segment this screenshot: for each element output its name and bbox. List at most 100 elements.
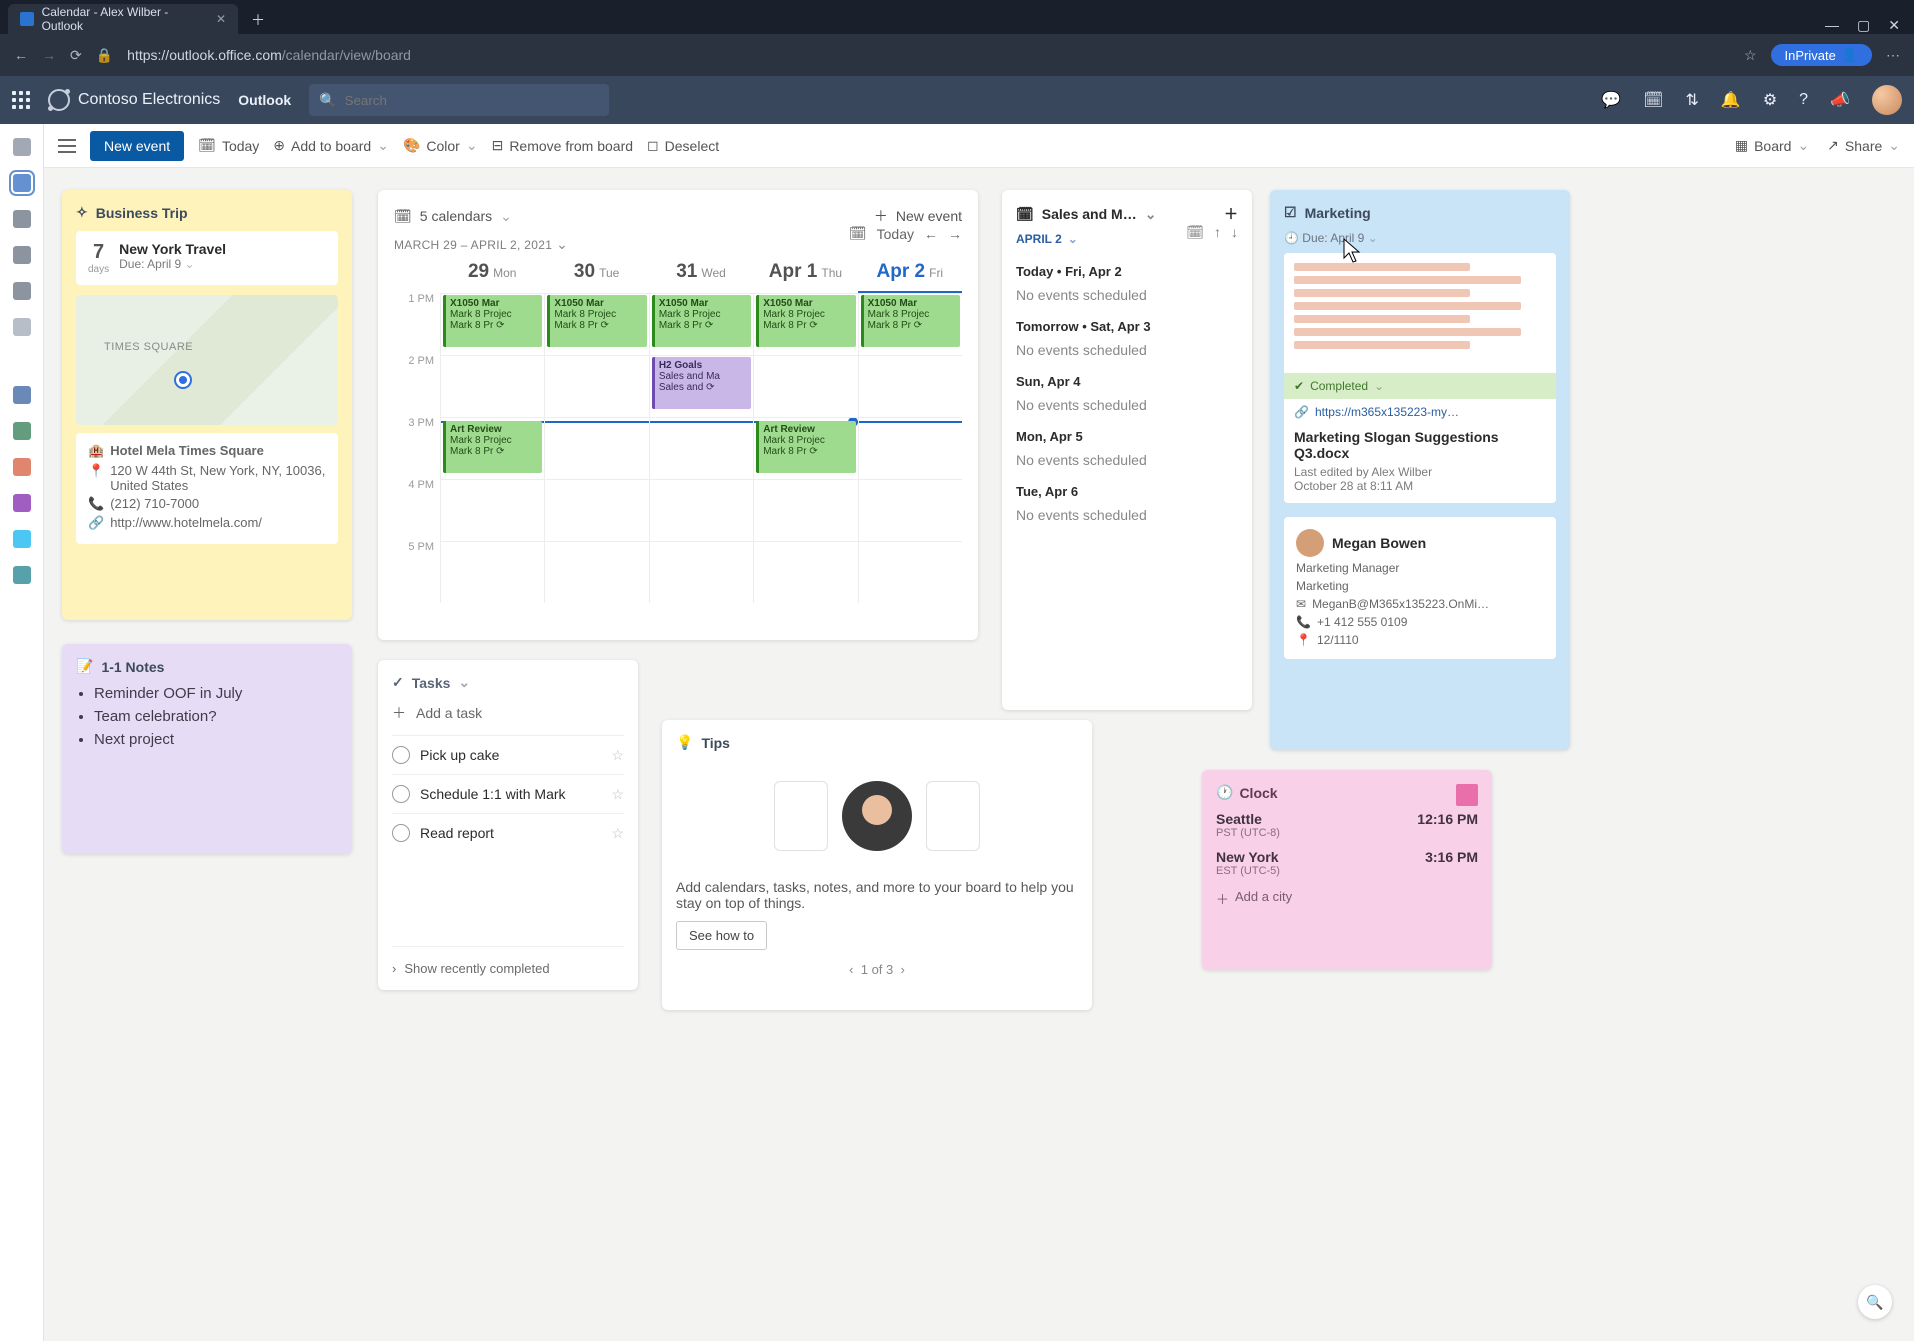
next-week-icon[interactable]: → [948,226,962,242]
pager-prev-icon[interactable]: ‹ [849,962,853,977]
rail-word-icon[interactable] [13,386,31,404]
task-checkbox[interactable] [392,785,410,803]
event-x1050[interactable]: X1050 MarMark 8 ProjecMark 8 Pr ⟳ [547,295,646,347]
search-box[interactable]: 🔍 [309,84,609,116]
card-calendar[interactable]: 🗓5 calendars⌄ ＋New event MARCH 29 – APRI… [378,190,978,640]
event-art[interactable]: Art ReviewMark 8 ProjecMark 8 Pr ⟳ [443,421,542,473]
day-col-thu[interactable]: X1050 MarMark 8 ProjecMark 8 Pr ⟳ Art Re… [753,293,857,603]
close-tab-icon[interactable]: ✕ [216,12,226,26]
card-clock[interactable]: 🕐Clock SeattlePST (UTC-8) 12:16 PM New Y… [1202,770,1492,970]
board-view-button[interactable]: ▦Board⌄ [1735,137,1809,154]
trip-task[interactable]: 7 days New York Travel Due: April 9 ⌄ [76,231,338,285]
chevron-down-icon[interactable]: ⌄ [458,674,470,691]
app-name[interactable]: Outlook [238,92,291,108]
color-button[interactable]: 🎨Color⌄ [403,137,478,154]
day-col-wed[interactable]: X1050 MarMark 8 ProjecMark 8 Pr ⟳ H2 Goa… [649,293,753,603]
browser-tab[interactable]: Calendar - Alex Wilber - Outlook ✕ [8,4,238,34]
notifications-icon[interactable]: 🔔 [1721,90,1741,110]
task-checkbox[interactable] [392,746,410,764]
rail-calendar-icon[interactable] [13,174,31,192]
whatsnew-icon[interactable]: 📣 [1830,90,1850,110]
card-business-trip[interactable]: ✧Business Trip 7 days New York Travel Du… [62,190,352,620]
inprivate-badge[interactable]: InPrivate👤 [1771,44,1873,66]
day-header[interactable]: 29Mon [440,261,544,293]
star-icon[interactable]: ☆ [611,786,624,803]
card-marketing[interactable]: ☑Marketing 🕘 Due: April 9 ⌄ ✔Completed⌄ … [1270,190,1570,750]
settings-gear-icon[interactable]: ⚙ [1763,90,1777,110]
day-col-mon[interactable]: X1050 MarMark 8 ProjecMark 8 Pr ⟳ Art Re… [440,293,544,603]
browser-menu-icon[interactable]: ⋯ [1886,47,1900,64]
doc-link[interactable]: https://m365x135223-my… [1315,405,1459,419]
chevron-down-icon[interactable]: ⌄ [1145,206,1157,223]
task-row[interactable]: Read report☆ [392,813,624,852]
meet-now-icon[interactable]: 🗓 [1643,90,1663,110]
event-x1050[interactable]: X1050 MarMark 8 ProjecMark 8 Pr ⟳ [861,295,960,347]
nav-back-icon[interactable]: ← [14,47,28,63]
board-canvas[interactable]: ✧Business Trip 7 days New York Travel Du… [44,168,1914,1341]
rail-skype-icon[interactable] [13,530,31,548]
day-header-active[interactable]: Apr 2Fri [858,261,962,293]
calendar-selector[interactable]: 🗓5 calendars⌄ [394,208,512,225]
site-lock-icon[interactable]: 🔒 [96,47,113,64]
agenda-calendar-icon[interactable]: 🗓 [1186,224,1204,241]
rail-excel-icon[interactable] [13,422,31,440]
org-brand[interactable]: Contoso Electronics [48,89,220,111]
pager-next-icon[interactable]: › [901,962,905,977]
event-art[interactable]: Art ReviewMark 8 ProjecMark 8 Pr ⟳ [756,421,855,473]
task-row[interactable]: Pick up cake☆ [392,735,624,774]
share-button[interactable]: ↗Share⌄ [1827,137,1900,154]
day-col-tue[interactable]: X1050 MarMark 8 ProjecMark 8 Pr ⟳ [544,293,648,603]
chevron-down-icon[interactable]: ⌄ [556,236,568,252]
chevron-down-icon[interactable]: ⌄ [1368,231,1378,245]
card-tasks[interactable]: ✓Tasks⌄ ＋Add a task Pick up cake☆ Schedu… [378,660,638,990]
add-task-button[interactable]: ＋Add a task [392,703,624,723]
agenda-up-icon[interactable]: ↑ [1214,224,1221,241]
nav-toggle-icon[interactable] [58,139,76,153]
window-close-icon[interactable]: ✕ [1888,17,1900,34]
day-col-fri[interactable]: X1050 MarMark 8 ProjecMark 8 Pr ⟳ [858,293,962,603]
today-label[interactable]: Today [877,226,914,242]
day-header[interactable]: 30Tue [544,261,648,293]
task-checkbox[interactable] [392,824,410,842]
event-x1050[interactable]: X1050 MarMark 8 ProjecMark 8 Pr ⟳ [652,295,751,347]
rail-files-icon[interactable] [13,246,31,264]
rail-onenote-icon[interactable] [13,494,31,512]
add-calendar-icon[interactable]: ＋ [1224,204,1238,224]
color-swatch[interactable] [1456,784,1478,806]
star-icon[interactable]: ☆ [611,747,624,764]
day-header[interactable]: Apr 1Thu [753,261,857,293]
card-agenda[interactable]: 🗓Sales and M…⌄ ＋ APRIL 2 ⌄ 🗓↑↓ Today • F… [1002,190,1252,710]
rail-todo-icon[interactable] [13,282,31,300]
show-completed-button[interactable]: ›Show recently completed [392,946,624,976]
help-icon[interactable]: ? [1799,91,1808,109]
chevron-down-icon[interactable]: ⌄ [1374,379,1384,393]
jump-today-icon[interactable]: 🗓 [849,225,867,242]
me-avatar[interactable] [1872,85,1902,115]
person-card[interactable]: Megan Bowen Marketing Manager Marketing … [1284,517,1556,659]
marketing-doc[interactable]: ✔Completed⌄ 🔗https://m365x135223-my… Mar… [1284,253,1556,503]
search-input[interactable] [345,93,600,108]
rail-powerpoint-icon[interactable] [13,458,31,476]
new-tab-button[interactable]: ＋ [244,6,272,34]
window-maximize-icon[interactable]: ▢ [1857,17,1870,34]
rail-mail-icon[interactable] [13,138,31,156]
today-button[interactable]: 🗓Today [198,137,259,154]
rail-more-icon[interactable] [13,318,31,336]
event-h2[interactable]: H2 GoalsSales and MaSales and ⟳ [652,357,751,409]
day-header[interactable]: 31Wed [649,261,753,293]
agenda-down-icon[interactable]: ↓ [1231,224,1238,241]
new-event-button[interactable]: New event [90,131,184,161]
zoom-button[interactable]: 🔍 [1858,1285,1892,1319]
nav-refresh-icon[interactable]: ⟳ [70,47,82,64]
event-x1050[interactable]: X1050 MarMark 8 ProjecMark 8 Pr ⟳ [443,295,542,347]
card-notes[interactable]: 📝1-1 Notes Reminder OOF in July Team cel… [62,644,352,854]
add-city-button[interactable]: ＋Add a city [1216,889,1478,908]
address-url[interactable]: https://outlook.office.com/calendar/view… [127,47,411,63]
window-minimize-icon[interactable]: — [1825,17,1839,34]
see-how-to-button[interactable]: See how to [676,921,767,950]
agenda-date-button[interactable]: APRIL 2 ⌄ [1016,232,1078,246]
trip-map[interactable] [76,295,338,425]
event-x1050[interactable]: X1050 MarMark 8 ProjecMark 8 Pr ⟳ [756,295,855,347]
rail-bookings-icon[interactable] [13,566,31,584]
task-row[interactable]: Schedule 1:1 with Mark☆ [392,774,624,813]
